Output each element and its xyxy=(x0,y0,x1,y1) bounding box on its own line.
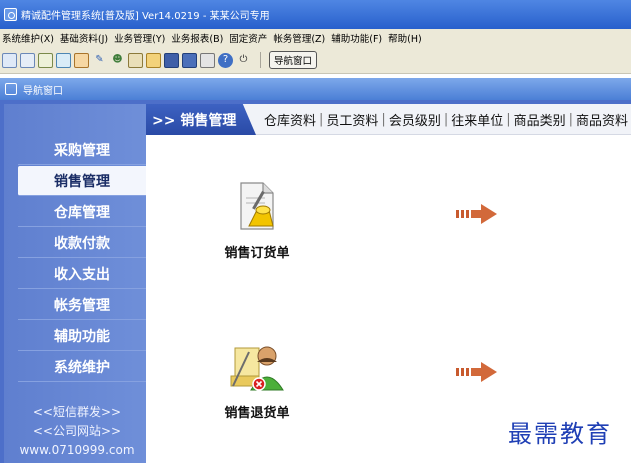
menu-basic-data[interactable]: 基础资料(J) xyxy=(60,31,108,45)
website-url[interactable]: www.0710999.com xyxy=(8,443,146,457)
website-link[interactable]: <<公司网站>> xyxy=(8,422,146,439)
menu-business[interactable]: 业务管理(Y) xyxy=(114,31,165,45)
menu-reports[interactable]: 业务报表(B) xyxy=(171,31,223,45)
tab-separator: | xyxy=(319,112,324,127)
tools-icon[interactable]: ✎ xyxy=(92,53,107,68)
calendar-icon[interactable] xyxy=(74,52,89,68)
users-icon[interactable]: ☻ xyxy=(110,53,125,68)
tab-warehouse-data[interactable]: 仓库资料 xyxy=(264,110,316,129)
print-icon[interactable] xyxy=(200,52,215,68)
tab-separator: | xyxy=(381,112,386,127)
exit-icon[interactable]: ⏻ xyxy=(236,53,251,68)
menu-system[interactable]: 系统维护(X) xyxy=(2,31,54,45)
nav-window-button[interactable]: 导航窗口 xyxy=(269,51,318,69)
arrow-right-icon xyxy=(456,204,497,224)
window-titlebar: 精诚配件管理系统[普及版] Ver14.0219 - 某某公司专用 xyxy=(0,0,631,29)
sidebar-item-accounts[interactable]: 帐务管理 xyxy=(18,290,146,320)
sales-return-icon xyxy=(230,346,284,391)
tab-separator: | xyxy=(443,112,449,127)
sidebar-item-sales[interactable]: 销售管理 xyxy=(18,166,146,196)
report-icon[interactable] xyxy=(128,52,143,68)
toolbar: ✎ ☻ ? ⏻ 导航窗口 xyxy=(0,47,631,74)
watermark: 最需教育 xyxy=(508,420,612,448)
toolbar-separator xyxy=(260,52,261,68)
menu-utilities[interactable]: 辅助功能(F) xyxy=(331,31,382,45)
arrow-right-icon xyxy=(456,362,497,382)
sales-order-icon xyxy=(240,182,274,230)
tab-partners[interactable]: 往来单位 xyxy=(451,110,503,129)
module-tabstrip: >> 销售管理 仓库资料 | 员工资料 | 会员级别 | 往来单位 | 商品类别… xyxy=(146,104,631,135)
sidebar-item-purchase[interactable]: 采购管理 xyxy=(18,135,146,165)
sales-order-button[interactable]: 销售订货单 xyxy=(212,180,302,261)
save-icon[interactable] xyxy=(182,52,197,68)
sales-return-button[interactable]: 销售退货单 xyxy=(212,342,302,421)
sidebar-item-income-expense[interactable]: 收入支出 xyxy=(18,259,146,289)
sidebar-item-utilities[interactable]: 辅助功能 xyxy=(18,321,146,351)
message-icon[interactable] xyxy=(56,52,71,68)
tab-employee-data[interactable]: 员工资料 xyxy=(326,110,378,129)
doc-list-icon[interactable] xyxy=(38,52,53,68)
window-icon[interactable] xyxy=(20,52,35,68)
menu-accounts[interactable]: 帐务管理(Z) xyxy=(273,31,325,45)
sidebar: 采购管理 销售管理 仓库管理 收款付款 收入支出 帐务管理 辅助功能 系统维护 … xyxy=(4,104,146,463)
sidebar-item-warehouse[interactable]: 仓库管理 xyxy=(18,197,146,227)
tab-separator: | xyxy=(568,112,574,127)
nav-window-title: 导航窗口 xyxy=(23,85,63,97)
card-icon[interactable] xyxy=(164,52,179,68)
tab-member-level[interactable]: 会员级别 xyxy=(389,110,441,129)
help-icon[interactable]: ? xyxy=(218,52,233,68)
nav-window-icon xyxy=(5,83,17,95)
menu-bar: 系统维护(X) 基础资料(J) 业务管理(Y) 业务报表(B) 固定资产 帐务管… xyxy=(0,29,631,47)
nav-window-titlebar: 导航窗口 xyxy=(0,78,631,100)
app-icon xyxy=(4,8,17,21)
current-module-label: >> 销售管理 xyxy=(146,104,256,135)
tab-separator: | xyxy=(506,112,511,127)
tab-product-category[interactable]: 商品类别 xyxy=(514,110,566,129)
menu-fixed-assets[interactable]: 固定资产 xyxy=(229,31,267,45)
content-area: >> 销售管理 仓库资料 | 员工资料 | 会员级别 | 往来单位 | 商品类别… xyxy=(146,104,631,463)
folder-icon[interactable] xyxy=(146,52,161,68)
menu-help[interactable]: 帮助(H) xyxy=(388,31,422,45)
sales-order-label: 销售订货单 xyxy=(224,246,290,261)
sales-return-label: 销售退货单 xyxy=(224,406,290,421)
quick-links: 仓库资料 | 员工资料 | 会员级别 | 往来单位 | 商品类别 | 商品资料 xyxy=(264,104,628,135)
tab-product-data[interactable]: 商品资料 xyxy=(576,110,628,129)
window-title: 精诚配件管理系统[普及版] Ver14.0219 - 某某公司专用 xyxy=(21,11,270,22)
new-doc-icon[interactable] xyxy=(2,52,17,68)
sidebar-item-receipts-payments[interactable]: 收款付款 xyxy=(18,228,146,258)
sidebar-item-system[interactable]: 系统维护 xyxy=(18,352,146,382)
sms-link[interactable]: <<短信群发>> xyxy=(8,403,146,420)
